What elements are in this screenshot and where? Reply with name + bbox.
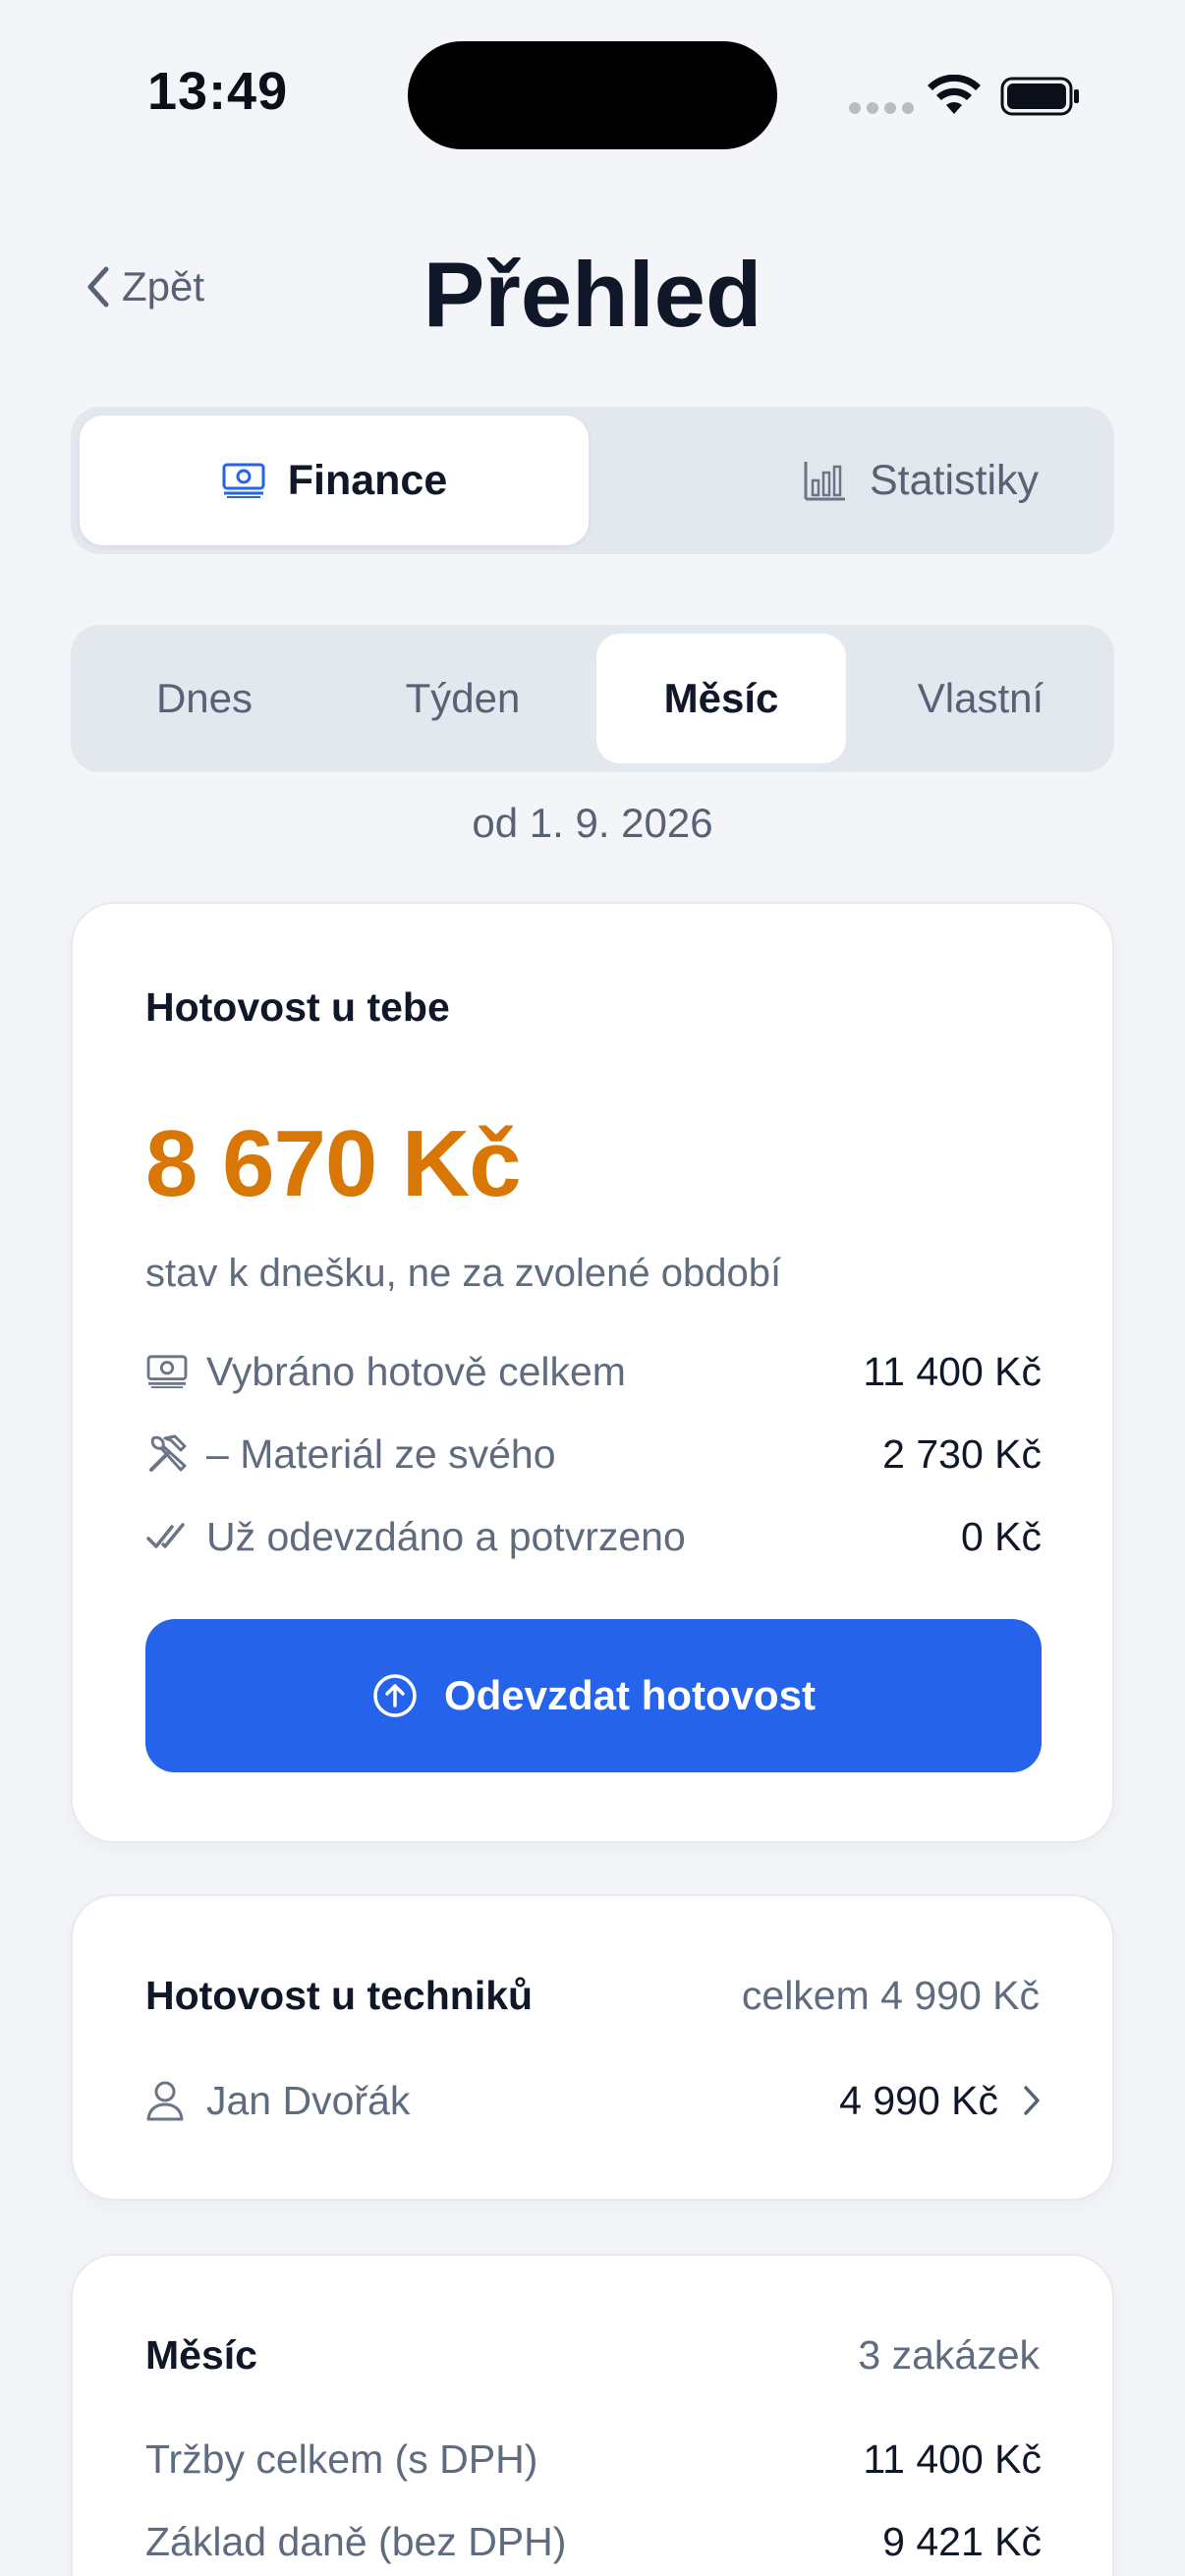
technicians-total: celkem 4 990 Kč <box>741 1973 1040 2018</box>
main-tabs: Finance Statistiky <box>71 407 1114 554</box>
technician-row[interactable]: Jan Dvořák 4 990 Kč <box>145 2077 1042 2124</box>
technician-name: Jan Dvořák <box>206 2077 411 2123</box>
technicians-card-title: Hotovost u techniků <box>145 1973 534 2018</box>
dynamic-island <box>408 41 777 149</box>
month-row-revenue: Tržby celkem (s DPH) 11 400 Kč <box>145 2436 1042 2483</box>
cash-row-label: Už odevzdáno a potvrzeno <box>206 1513 686 1559</box>
wifi-icon <box>928 75 981 114</box>
chevron-right-icon <box>1022 2084 1042 2117</box>
month-row-value: 9 421 Kč <box>882 2519 1042 2564</box>
month-count: 3 zakázek <box>858 2332 1040 2378</box>
month-card-title: Měsíc <box>145 2332 257 2378</box>
screen: 13:49 Zpět Přehled Finance Statistiky Dn… <box>0 0 1185 2576</box>
tab-dnes[interactable]: Dnes <box>80 634 329 763</box>
tab-finance-label: Finance <box>287 456 448 504</box>
month-row-label: Tržby celkem (s DPH) <box>145 2436 538 2482</box>
double-check-icon <box>145 1513 193 1560</box>
month-row-label: Základ daně (bez DPH) <box>145 2519 567 2564</box>
cash-row-value: 11 400 Kč <box>863 1348 1042 1394</box>
tab-statistiky-label: Statistiky <box>869 456 1040 504</box>
cash-row-label: Vybráno hotově celkem <box>206 1348 626 1394</box>
tab-statistiky[interactable]: Statistiky <box>665 416 1176 545</box>
cash-icon <box>222 463 265 498</box>
cash-row-value: 0 Kč <box>960 1513 1042 1559</box>
hand-over-cash-label: Odevzdat hotovost <box>443 1672 817 1718</box>
bar-chart-icon <box>804 462 845 501</box>
arrow-up-circle-icon <box>373 1674 417 1717</box>
tab-vlastni[interactable]: Vlastní <box>856 634 1105 763</box>
tools-icon <box>145 1430 193 1478</box>
period-tabs: Dnes Týden Měsíc Vlastní <box>71 625 1114 772</box>
status-time: 13:49 <box>147 62 289 121</box>
battery-icon <box>1000 77 1079 116</box>
technician-value: 4 990 Kč <box>839 2077 998 2123</box>
month-row-tax-base: Základ daně (bez DPH) 9 421 Kč <box>145 2519 1042 2565</box>
technicians-card: Hotovost u techniků celkem 4 990 Kč Jan … <box>71 1894 1114 2201</box>
cash-row-handed-over: Už odevzdáno a potvrzeno 0 Kč <box>145 1513 1042 1560</box>
month-row-value: 11 400 Kč <box>863 2436 1042 2482</box>
person-icon <box>145 2077 193 2124</box>
cash-card-title: Hotovost u tebe <box>145 984 450 1030</box>
cash-row-collected: Vybráno hotově celkem 11 400 Kč <box>145 1348 1042 1395</box>
tab-tyden[interactable]: Týden <box>338 634 588 763</box>
period-since: od 1. 9. 2026 <box>472 800 713 846</box>
month-card: Měsíc 3 zakázek Tržby celkem (s DPH) 11 … <box>71 2254 1114 2576</box>
cash-icon <box>145 1348 193 1395</box>
page-title: Přehled <box>423 243 762 346</box>
cash-row-material: – Materiál ze svého 2 730 Kč <box>145 1430 1042 1478</box>
cash-row-label: – Materiál ze svého <box>206 1430 556 1477</box>
cash-row-value: 2 730 Kč <box>882 1430 1042 1477</box>
cash-note: stav k dnešku, ne za zvolené období <box>145 1252 782 1295</box>
hand-over-cash-button[interactable]: Odevzdat hotovost <box>145 1619 1042 1772</box>
tab-finance[interactable]: Finance <box>80 416 589 545</box>
status-bar: 13:49 <box>0 0 1185 177</box>
tab-mesic[interactable]: Měsíc <box>596 634 846 763</box>
cash-card: Hotovost u tebe 8 670 Kč stav k dnešku, … <box>71 902 1114 1843</box>
cellular-signal-icon <box>849 102 914 114</box>
cash-amount: 8 670 Kč <box>145 1111 522 1216</box>
